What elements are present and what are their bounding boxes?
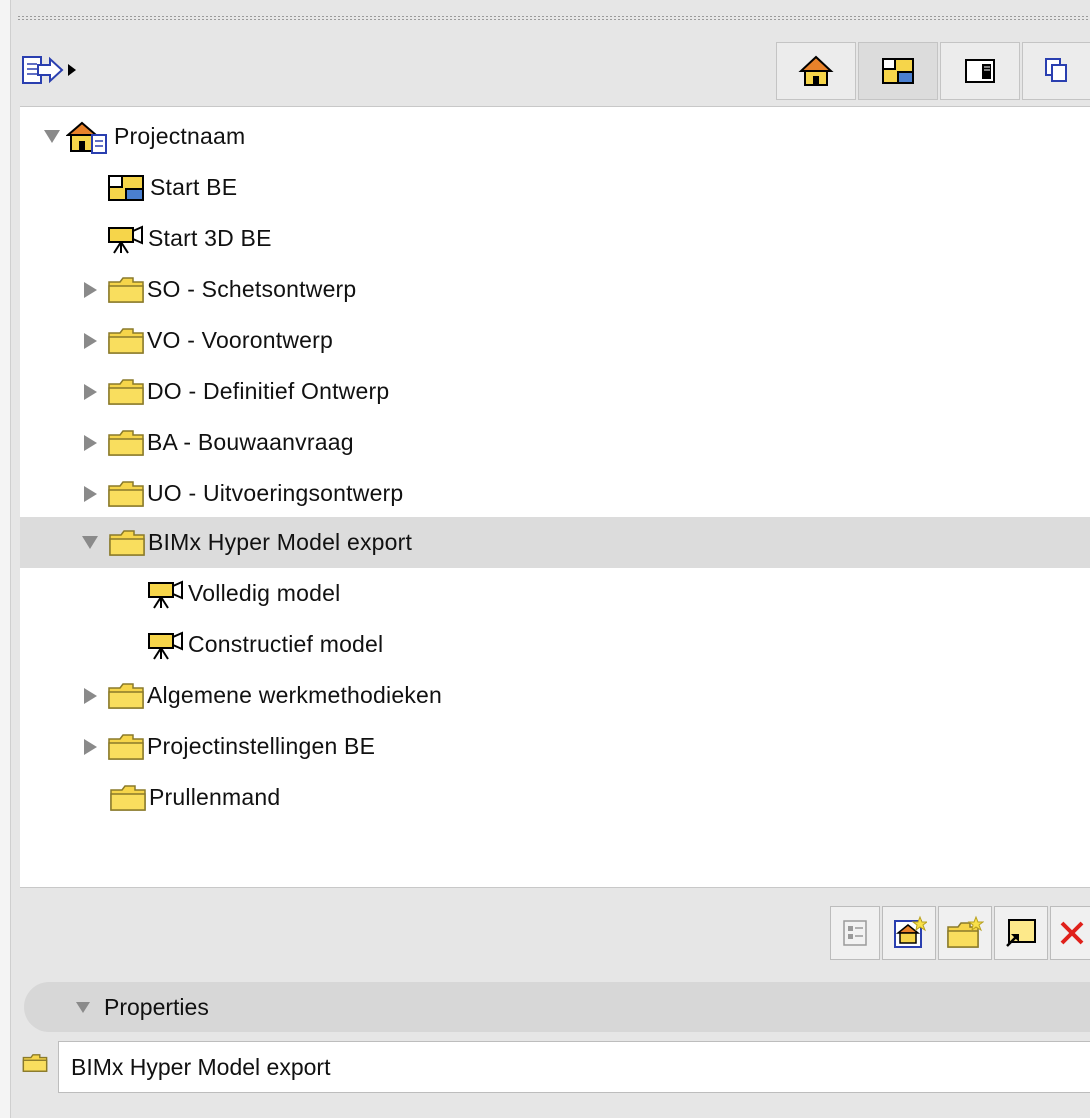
folder-icon: [107, 480, 145, 508]
tree-item-folder[interactable]: Algemene werkmethodieken: [20, 670, 1090, 721]
expanded-arrow-icon[interactable]: [76, 1001, 90, 1013]
clone-folder-button[interactable]: [994, 906, 1048, 960]
tree-item-label: VO - Voorontwerp: [147, 327, 334, 353]
collapsed-arrow-icon[interactable]: [84, 434, 97, 451]
project-house-icon: [66, 119, 110, 155]
folder-icon: [108, 529, 146, 557]
tree-item-folder[interactable]: VO - Voorontwerp: [20, 315, 1090, 366]
tree-item-label: Projectinstellingen BE: [147, 733, 376, 759]
navigator-toolbar: [18, 38, 1090, 104]
tree-item-prullenmand[interactable]: Prullenmand: [20, 772, 1090, 823]
tree-item-label: Algemene werkmethodieken: [147, 682, 443, 708]
collapsed-arrow-icon[interactable]: [84, 687, 97, 704]
folder-icon: [109, 784, 147, 812]
expanded-arrow-icon[interactable]: [44, 130, 60, 143]
palette-drag-grip[interactable]: [18, 8, 1090, 30]
layout-book-icon: [965, 59, 995, 83]
publisher-sets-icon: [1044, 58, 1067, 82]
project-map-button[interactable]: [776, 42, 856, 100]
new-view-button[interactable]: [882, 906, 936, 960]
tree-item-label: UO - Uitvoeringsontwerp: [147, 480, 404, 506]
collapsed-arrow-icon[interactable]: [84, 738, 97, 755]
tree-root-row[interactable]: Projectnaam: [20, 111, 1090, 162]
expanded-arrow-icon[interactable]: [82, 536, 98, 549]
3d-camera-view-icon: [146, 629, 186, 661]
navigator-tree: Projectnaam Start BE Start 3D BE SO - Sc…: [20, 106, 1090, 888]
delete-x-icon: [1060, 921, 1083, 945]
tree-item-label: SO - Schetsontwerp: [147, 276, 357, 302]
folder-icon: [107, 733, 145, 761]
folder-icon: [107, 429, 145, 457]
collapsed-arrow-icon[interactable]: [84, 281, 97, 298]
tree-item-folder[interactable]: SO - Schetsontwerp: [20, 264, 1090, 315]
tree-item-volledig-model[interactable]: Volledig model: [20, 568, 1090, 619]
3d-camera-view-icon: [146, 578, 186, 610]
folder-icon: [107, 682, 145, 710]
navigator-action-bar: [828, 906, 1090, 970]
tree-item-label: Volledig model: [188, 580, 341, 606]
collapsed-arrow-icon[interactable]: [84, 383, 97, 400]
properties-name-row: BIMx Hyper Model export: [18, 1040, 1090, 1094]
properties-name-field[interactable]: BIMx Hyper Model export: [58, 1041, 1090, 1093]
properties-title: Properties: [104, 993, 209, 1020]
new-folder-button[interactable]: [938, 906, 992, 960]
layout-book-button[interactable]: [940, 42, 1020, 100]
tree-item-folder[interactable]: UO - Uitvoeringsontwerp: [20, 468, 1090, 519]
tree-item-start-be[interactable]: Start BE: [20, 162, 1090, 213]
tree-item-label: Start BE: [150, 174, 238, 200]
tree-item-start-3d-be[interactable]: Start 3D BE: [20, 213, 1090, 264]
project-map-house-icon: [798, 55, 834, 86]
3d-camera-view-icon: [106, 223, 146, 255]
tree-item-constructief-model[interactable]: Constructief model: [20, 619, 1090, 670]
collapsed-arrow-icon[interactable]: [84, 485, 97, 502]
tree-item-label: DO - Definitief Ontwerp: [147, 378, 390, 404]
tree-item-label: Start 3D BE: [148, 225, 272, 251]
tree-item-folder-selected[interactable]: BIMx Hyper Model export: [20, 517, 1090, 568]
tree-item-folder[interactable]: Projectinstellingen BE: [20, 721, 1090, 772]
folder-icon: [22, 1053, 48, 1081]
new-view-icon: [894, 915, 927, 948]
publisher-sets-button[interactable]: [1022, 42, 1090, 100]
tree-item-label: BIMx Hyper Model export: [148, 529, 413, 555]
folder-icon: [107, 378, 145, 406]
tree-item-label: Constructief model: [188, 631, 384, 657]
settings-icon: [843, 920, 867, 946]
view-map-button[interactable]: [858, 42, 938, 100]
tree-item-label: Prullenmand: [149, 784, 281, 810]
tree-item-label: Projectnaam: [114, 123, 246, 149]
folder-icon: [107, 276, 145, 304]
properties-header[interactable]: Properties: [24, 982, 1090, 1032]
publish-arrow-icon: [22, 56, 76, 84]
settings-button[interactable]: [830, 906, 880, 960]
delete-button[interactable]: [1050, 906, 1090, 960]
view-map-floorplan-icon: [882, 58, 914, 84]
floor-plan-view-icon: [106, 173, 146, 203]
clone-shortcut-icon: [1006, 919, 1036, 947]
new-folder-icon: [947, 915, 984, 948]
tree-item-label: BA - Bouwaanvraag: [147, 429, 354, 455]
window-edge: [0, 0, 11, 1118]
collapsed-arrow-icon[interactable]: [84, 332, 97, 349]
tree-item-folder[interactable]: BA - Bouwaanvraag: [20, 417, 1090, 468]
folder-icon: [107, 327, 145, 355]
publisher-menu-button[interactable]: [20, 50, 102, 94]
tree-item-folder[interactable]: DO - Definitief Ontwerp: [20, 366, 1090, 417]
